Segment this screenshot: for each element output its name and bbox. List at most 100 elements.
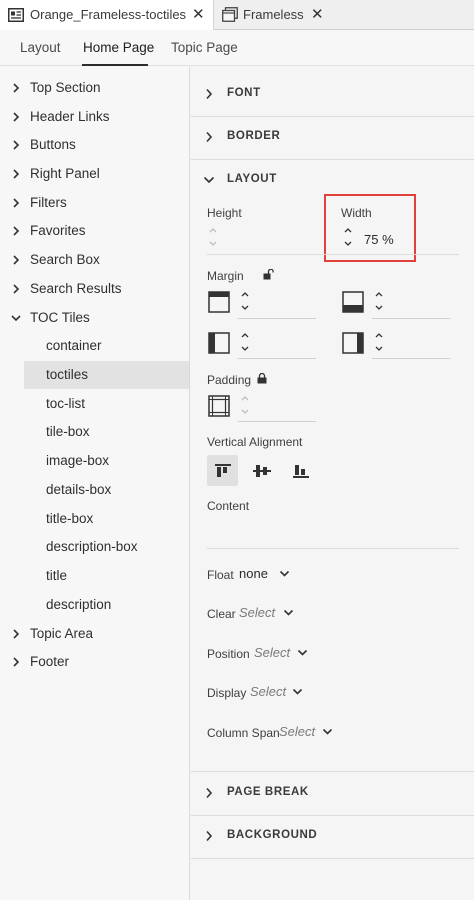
active-tab-indicator [82, 64, 148, 66]
tab-home-page[interactable]: Home Page [83, 40, 154, 55]
locked-icon[interactable] [257, 373, 267, 384]
chevron-right-icon [206, 131, 213, 143]
margin-top-input [238, 318, 316, 319]
section-title: BORDER [227, 130, 281, 142]
tree-item-details-box[interactable]: details-box [0, 476, 189, 504]
close-icon[interactable]: ✕ [192, 0, 205, 30]
tree-item-description[interactable]: description [0, 591, 189, 619]
tree-item-right-panel[interactable]: Right Panel [0, 160, 189, 188]
divider [191, 771, 474, 772]
section-background-header[interactable]: BACKGROUND [191, 816, 474, 856]
tree-item-toc-tiles[interactable]: TOC Tiles [0, 304, 189, 332]
margin-left-icon [208, 332, 230, 354]
chevron-right-icon [13, 198, 20, 208]
tree-item-label: Favorites [30, 223, 86, 238]
tree-item-toctiles[interactable]: toctiles [24, 361, 189, 389]
clear-select[interactable]: Select [239, 605, 275, 620]
tree-item-label: toc-list [46, 396, 86, 411]
chevron-right-icon [13, 657, 20, 667]
margin-left-input [238, 358, 316, 359]
divider [191, 858, 474, 859]
tree-item-search-results[interactable]: Search Results [0, 275, 189, 303]
chevron-down-icon [203, 176, 215, 184]
tree-item-title-box[interactable]: title-box [0, 505, 189, 533]
margin-right-stepper[interactable] [374, 331, 384, 353]
width-label: Width [341, 206, 372, 220]
tree-item-footer[interactable]: Footer [0, 648, 189, 676]
margin-right-icon [342, 332, 364, 354]
document-tab-frameless[interactable]: Frameless ✕ [215, 0, 335, 30]
float-select[interactable]: none [239, 566, 268, 581]
tree-item-label: title [46, 568, 68, 583]
tree-item-top-section[interactable]: Top Section [0, 74, 189, 102]
section-page-break-header[interactable]: PAGE BREAK [191, 773, 474, 813]
tree-item-filters[interactable]: Filters [0, 189, 189, 217]
padding-all-icon [208, 395, 230, 417]
tree-item-label: title-box [46, 511, 94, 526]
margin-bottom-stepper[interactable] [374, 290, 384, 312]
chevron-right-icon [206, 88, 213, 100]
chevron-right-icon [206, 787, 213, 799]
chevron-down-icon[interactable] [322, 728, 333, 736]
tree-item-title[interactable]: title [0, 562, 189, 590]
margin-left-stepper[interactable] [240, 331, 250, 353]
margin-top-stepper[interactable] [240, 290, 250, 312]
chevron-down-icon[interactable] [279, 570, 290, 578]
chevron-down-icon[interactable] [292, 688, 303, 696]
document-tab-bar: Orange_Frameless-toctiles ✕ Frameless ✕ [0, 0, 474, 30]
position-select[interactable]: Select [254, 645, 290, 660]
padding-label: Padding [207, 373, 252, 387]
chevron-right-icon [13, 140, 20, 150]
divider [207, 254, 459, 255]
content-input[interactable] [207, 548, 459, 549]
height-label: Height [207, 206, 242, 220]
section-title: LAYOUT [227, 173, 277, 185]
tree-item-toc-list[interactable]: toc-list [0, 390, 189, 418]
unlocked-icon[interactable] [263, 269, 274, 280]
tree-item-description-box[interactable]: description-box [0, 533, 189, 561]
tree-item-topic-area[interactable]: Topic Area [0, 620, 189, 648]
tree-item-label: container [46, 338, 102, 353]
section-font-header[interactable]: FONT [191, 74, 474, 114]
width-highlight-box [324, 194, 416, 262]
margin-bottom-icon [342, 291, 364, 313]
tree-item-tile-box[interactable]: tile-box [0, 418, 189, 446]
position-label: Position [207, 647, 250, 661]
width-stepper[interactable] [343, 226, 353, 248]
tree-item-search-box[interactable]: Search Box [0, 246, 189, 274]
document-tab-orange-frameless-toctiles[interactable]: Orange_Frameless-toctiles ✕ [0, 0, 214, 30]
tree-item-label: Top Section [30, 80, 101, 95]
align-middle-button[interactable] [246, 455, 277, 486]
tree-item-label: details-box [46, 482, 112, 497]
chevron-right-icon [13, 255, 20, 265]
tree-item-label: image-box [46, 453, 110, 468]
align-top-icon [214, 463, 231, 477]
padding-stepper[interactable] [240, 394, 250, 416]
align-middle-icon [252, 464, 271, 477]
section-title: PAGE BREAK [227, 786, 309, 798]
column-span-select[interactable]: Select [279, 724, 315, 739]
chevron-right-icon [13, 226, 20, 236]
align-bottom-button[interactable] [285, 455, 316, 486]
tree-item-header-links[interactable]: Header Links [0, 103, 189, 131]
tree-item-image-box[interactable]: image-box [0, 447, 189, 475]
align-top-button[interactable] [207, 455, 238, 486]
tree-item-buttons[interactable]: Buttons [0, 131, 189, 159]
tree-item-label: Search Box [30, 252, 100, 267]
chevron-right-icon [13, 112, 20, 122]
display-select[interactable]: Select [250, 684, 286, 699]
tab-layout[interactable]: Layout [20, 40, 61, 55]
chevron-right-icon [13, 169, 20, 179]
tab-topic-page[interactable]: Topic Page [171, 40, 238, 55]
margin-bottom-input [372, 318, 450, 319]
width-input[interactable]: 75 % [364, 232, 394, 247]
tree-item-label: Buttons [30, 137, 76, 152]
close-icon[interactable]: ✕ [311, 0, 324, 30]
tree-item-label: Search Results [30, 281, 122, 296]
section-border-header[interactable]: BORDER [191, 117, 474, 157]
chevron-down-icon[interactable] [297, 649, 308, 657]
tree-item-container[interactable]: container [0, 332, 189, 360]
chevron-down-icon[interactable] [283, 609, 294, 617]
height-stepper[interactable] [208, 226, 218, 248]
tree-item-favorites[interactable]: Favorites [0, 217, 189, 245]
